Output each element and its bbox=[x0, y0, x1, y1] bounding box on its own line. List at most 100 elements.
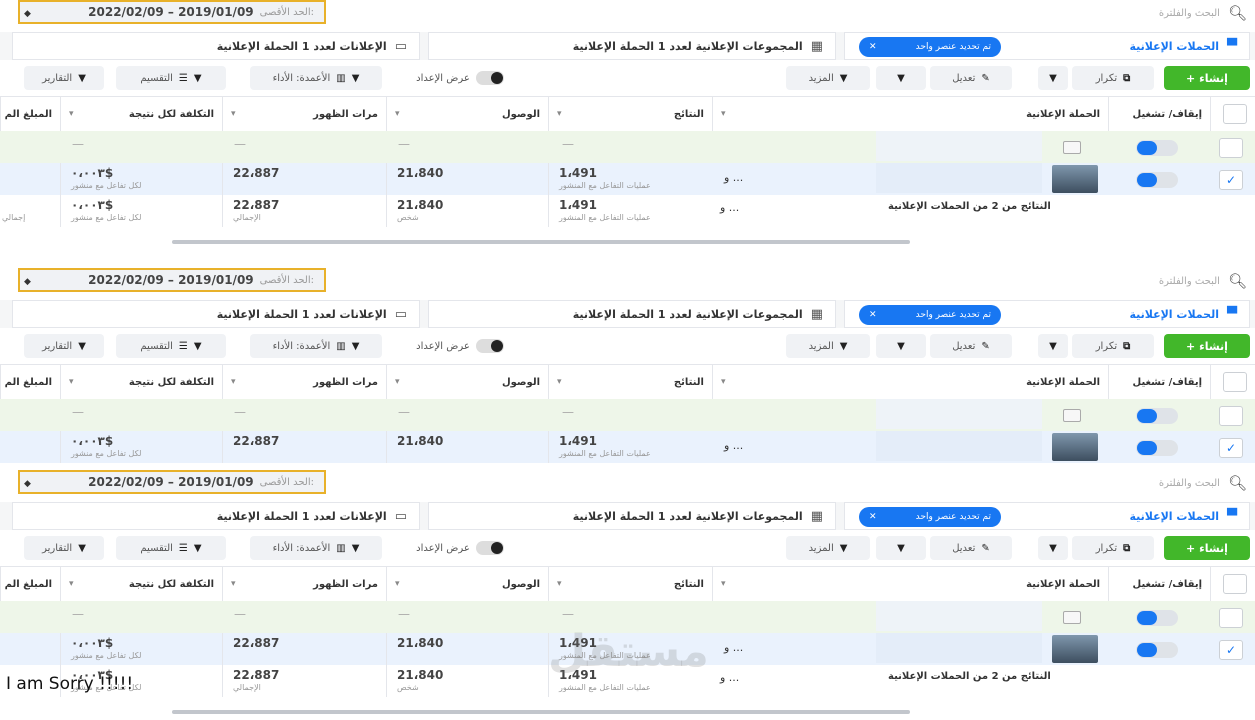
tab-campaigns[interactable]: ✕ تم تحديد عنصر واحد الحملات الإعلانية ▀ bbox=[844, 502, 1250, 530]
column-amount-spent[interactable]: المبلغ الم bbox=[0, 365, 60, 399]
reports-button[interactable]: التقارير ▼ bbox=[24, 536, 104, 560]
duplicate-button[interactable]: تكرار ⧉ bbox=[1072, 536, 1154, 560]
selected-badge[interactable]: ✕ تم تحديد عنصر واحد bbox=[859, 507, 1001, 527]
toggle-switch[interactable] bbox=[475, 71, 504, 85]
column-results[interactable]: ▾ النتائج bbox=[548, 365, 712, 399]
tab-adsets[interactable]: المجموعات الإعلانية لعدد 1 الحملة الإعلا… bbox=[428, 502, 836, 530]
edit-button[interactable]: تعديل ✎ bbox=[930, 66, 1012, 90]
edit-dropdown[interactable]: ▼ bbox=[876, 66, 926, 90]
search-icon: 🔍︎ bbox=[1227, 474, 1247, 492]
date-range-picker[interactable]: ◆ 2022/02/09 – 2019/01/09 الحد الأقصى: bbox=[18, 470, 326, 494]
search-filter[interactable]: البحث والفلترة 🔍︎ bbox=[1159, 4, 1247, 22]
table-row[interactable]: — — — — bbox=[0, 131, 1255, 163]
column-campaign[interactable]: ▾ الحملة الإعلانية bbox=[712, 567, 1108, 601]
create-button[interactable]: + إنشاء bbox=[1164, 66, 1250, 90]
selected-badge[interactable]: ✕ تم تحديد عنصر واحد bbox=[859, 37, 1001, 57]
columns-button[interactable]: الأعمدة: الأداء ▥ ▼ bbox=[250, 536, 382, 560]
results-value: 1،491 bbox=[559, 198, 597, 212]
duplicate-dropdown[interactable]: ▼ bbox=[1038, 536, 1068, 560]
column-impressions[interactable]: ▾ مرات الظهور bbox=[222, 365, 386, 399]
column-impressions[interactable]: ▾ مرات الظهور bbox=[222, 97, 386, 131]
column-reach[interactable]: ▾ الوصول bbox=[386, 567, 548, 601]
breakdown-button[interactable]: التقسيم ☰ ▼ bbox=[116, 334, 226, 358]
row-checkbox-checked[interactable]: ✓ bbox=[1219, 170, 1243, 190]
column-onoff[interactable]: إيقاف/ تشغيل bbox=[1108, 97, 1210, 131]
row-checkbox[interactable] bbox=[1219, 608, 1243, 628]
more-button[interactable]: المزيد ▼ bbox=[786, 536, 870, 560]
duplicate-label: تكرار bbox=[1095, 340, 1118, 352]
tab-ads[interactable]: الإعلانات لعدد 1 الحملة الإعلانية ▭ bbox=[12, 300, 420, 328]
tab-ads[interactable]: الإعلانات لعدد 1 الحملة الإعلانية ▭ bbox=[12, 32, 420, 60]
campaign-toggle[interactable] bbox=[1136, 610, 1178, 626]
search-filter[interactable]: البحث والفلترة 🔍︎ bbox=[1159, 272, 1247, 290]
view-setup-toggle[interactable]: عرض الإعداد bbox=[398, 334, 522, 358]
view-setup-toggle[interactable]: عرض الإعداد bbox=[398, 66, 522, 90]
column-onoff[interactable]: إيقاف/ تشغيل bbox=[1108, 567, 1210, 601]
duplicate-dropdown[interactable]: ▼ bbox=[1038, 66, 1068, 90]
horizontal-scrollbar[interactable] bbox=[172, 710, 910, 714]
select-all-checkbox[interactable] bbox=[1223, 372, 1247, 392]
close-icon[interactable]: ✕ bbox=[869, 310, 877, 320]
create-button[interactable]: + إنشاء bbox=[1164, 334, 1250, 358]
column-campaign[interactable]: ▾ الحملة الإعلانية bbox=[712, 97, 1108, 131]
select-all-checkbox[interactable] bbox=[1223, 574, 1247, 594]
toggle-switch[interactable] bbox=[475, 541, 504, 555]
reports-button[interactable]: التقارير ▼ bbox=[24, 66, 104, 90]
copy-icon: ⧉ bbox=[1123, 72, 1131, 84]
columns-button[interactable]: الأعمدة: الأداء ▥ ▼ bbox=[250, 334, 382, 358]
create-button[interactable]: + إنشاء bbox=[1164, 536, 1250, 560]
breakdown-button[interactable]: التقسيم ☰ ▼ bbox=[116, 66, 226, 90]
date-range-picker[interactable]: ◆ 2022/02/09 – 2019/01/09 الحد الأقصى: bbox=[18, 268, 326, 292]
tab-campaigns[interactable]: ✕ تم تحديد عنصر واحد الحملات الإعلانية ▀ bbox=[844, 300, 1250, 328]
row-checkbox-checked[interactable]: ✓ bbox=[1219, 640, 1243, 660]
horizontal-scrollbar[interactable] bbox=[172, 240, 910, 244]
close-icon[interactable]: ✕ bbox=[869, 512, 877, 522]
view-setup-toggle[interactable]: عرض الإعداد bbox=[398, 536, 522, 560]
column-results[interactable]: ▾ النتائج bbox=[548, 567, 712, 601]
edit-dropdown[interactable]: ▼ bbox=[876, 334, 926, 358]
columns-button[interactable]: الأعمدة: الأداء ▥ ▼ bbox=[250, 66, 382, 90]
column-results[interactable]: ▾ النتائج bbox=[548, 97, 712, 131]
toggle-switch[interactable] bbox=[475, 339, 504, 353]
edit-dropdown[interactable]: ▼ bbox=[876, 536, 926, 560]
row-checkbox[interactable] bbox=[1219, 406, 1243, 426]
row-checkbox[interactable] bbox=[1219, 138, 1243, 158]
more-button[interactable]: المزيد ▼ bbox=[786, 66, 870, 90]
reports-button[interactable]: التقارير ▼ bbox=[24, 334, 104, 358]
column-onoff[interactable]: إيقاف/ تشغيل bbox=[1108, 365, 1210, 399]
duplicate-button[interactable]: تكرار ⧉ bbox=[1072, 66, 1154, 90]
column-reach[interactable]: ▾ الوصول bbox=[386, 97, 548, 131]
more-button[interactable]: المزيد ▼ bbox=[786, 334, 870, 358]
tab-campaigns[interactable]: ✕ تم تحديد عنصر واحد الحملات الإعلانية ▀ bbox=[844, 32, 1250, 60]
campaign-toggle[interactable] bbox=[1136, 408, 1178, 424]
column-cost-per-result[interactable]: ▾ التكلفة لكل نتيجة bbox=[60, 365, 222, 399]
duplicate-dropdown[interactable]: ▼ bbox=[1038, 334, 1068, 358]
column-campaign[interactable]: ▾ الحملة الإعلانية bbox=[712, 365, 1108, 399]
tab-adsets[interactable]: المجموعات الإعلانية لعدد 1 الحملة الإعلا… bbox=[428, 300, 836, 328]
date-range-picker[interactable]: ◆ 2022/02/09 – 2019/01/09 الحد الأقصى: bbox=[18, 0, 326, 24]
row-checkbox-checked[interactable]: ✓ bbox=[1219, 438, 1243, 458]
edit-button[interactable]: تعديل ✎ bbox=[930, 536, 1012, 560]
campaign-toggle[interactable] bbox=[1136, 140, 1178, 156]
edit-button[interactable]: تعديل ✎ bbox=[930, 334, 1012, 358]
tab-ads[interactable]: الإعلانات لعدد 1 الحملة الإعلانية ▭ bbox=[12, 502, 420, 530]
column-impressions[interactable]: ▾ مرات الظهور bbox=[222, 567, 386, 601]
campaign-toggle[interactable] bbox=[1136, 642, 1178, 658]
close-icon[interactable]: ✕ bbox=[869, 42, 877, 52]
breakdown-button[interactable]: التقسيم ☰ ▼ bbox=[116, 536, 226, 560]
select-all-checkbox[interactable] bbox=[1223, 104, 1247, 124]
selected-badge[interactable]: ✕ تم تحديد عنصر واحد bbox=[859, 305, 1001, 325]
table-row[interactable]: — — — — bbox=[0, 399, 1255, 431]
duplicate-button[interactable]: تكرار ⧉ bbox=[1072, 334, 1154, 358]
column-amount-spent[interactable]: المبلغ الم bbox=[0, 567, 60, 601]
table-row[interactable]: ✓ و ... 1،491 عمليات التفاعل مع المنشور 2… bbox=[0, 431, 1255, 463]
table-row[interactable]: ✓ و ... 1،491 عمليات التفاعل مع المنشور 2… bbox=[0, 163, 1255, 195]
column-cost-per-result[interactable]: ▾ التكلفة لكل نتيجة bbox=[60, 97, 222, 131]
column-reach[interactable]: ▾ الوصول bbox=[386, 365, 548, 399]
campaign-toggle[interactable] bbox=[1136, 172, 1178, 188]
search-filter[interactable]: البحث والفلترة 🔍︎ bbox=[1159, 474, 1247, 492]
column-cost-per-result[interactable]: ▾ التكلفة لكل نتيجة bbox=[60, 567, 222, 601]
campaign-toggle[interactable] bbox=[1136, 440, 1178, 456]
tab-adsets[interactable]: المجموعات الإعلانية لعدد 1 الحملة الإعلا… bbox=[428, 32, 836, 60]
column-amount-spent[interactable]: المبلغ الم bbox=[0, 97, 60, 131]
